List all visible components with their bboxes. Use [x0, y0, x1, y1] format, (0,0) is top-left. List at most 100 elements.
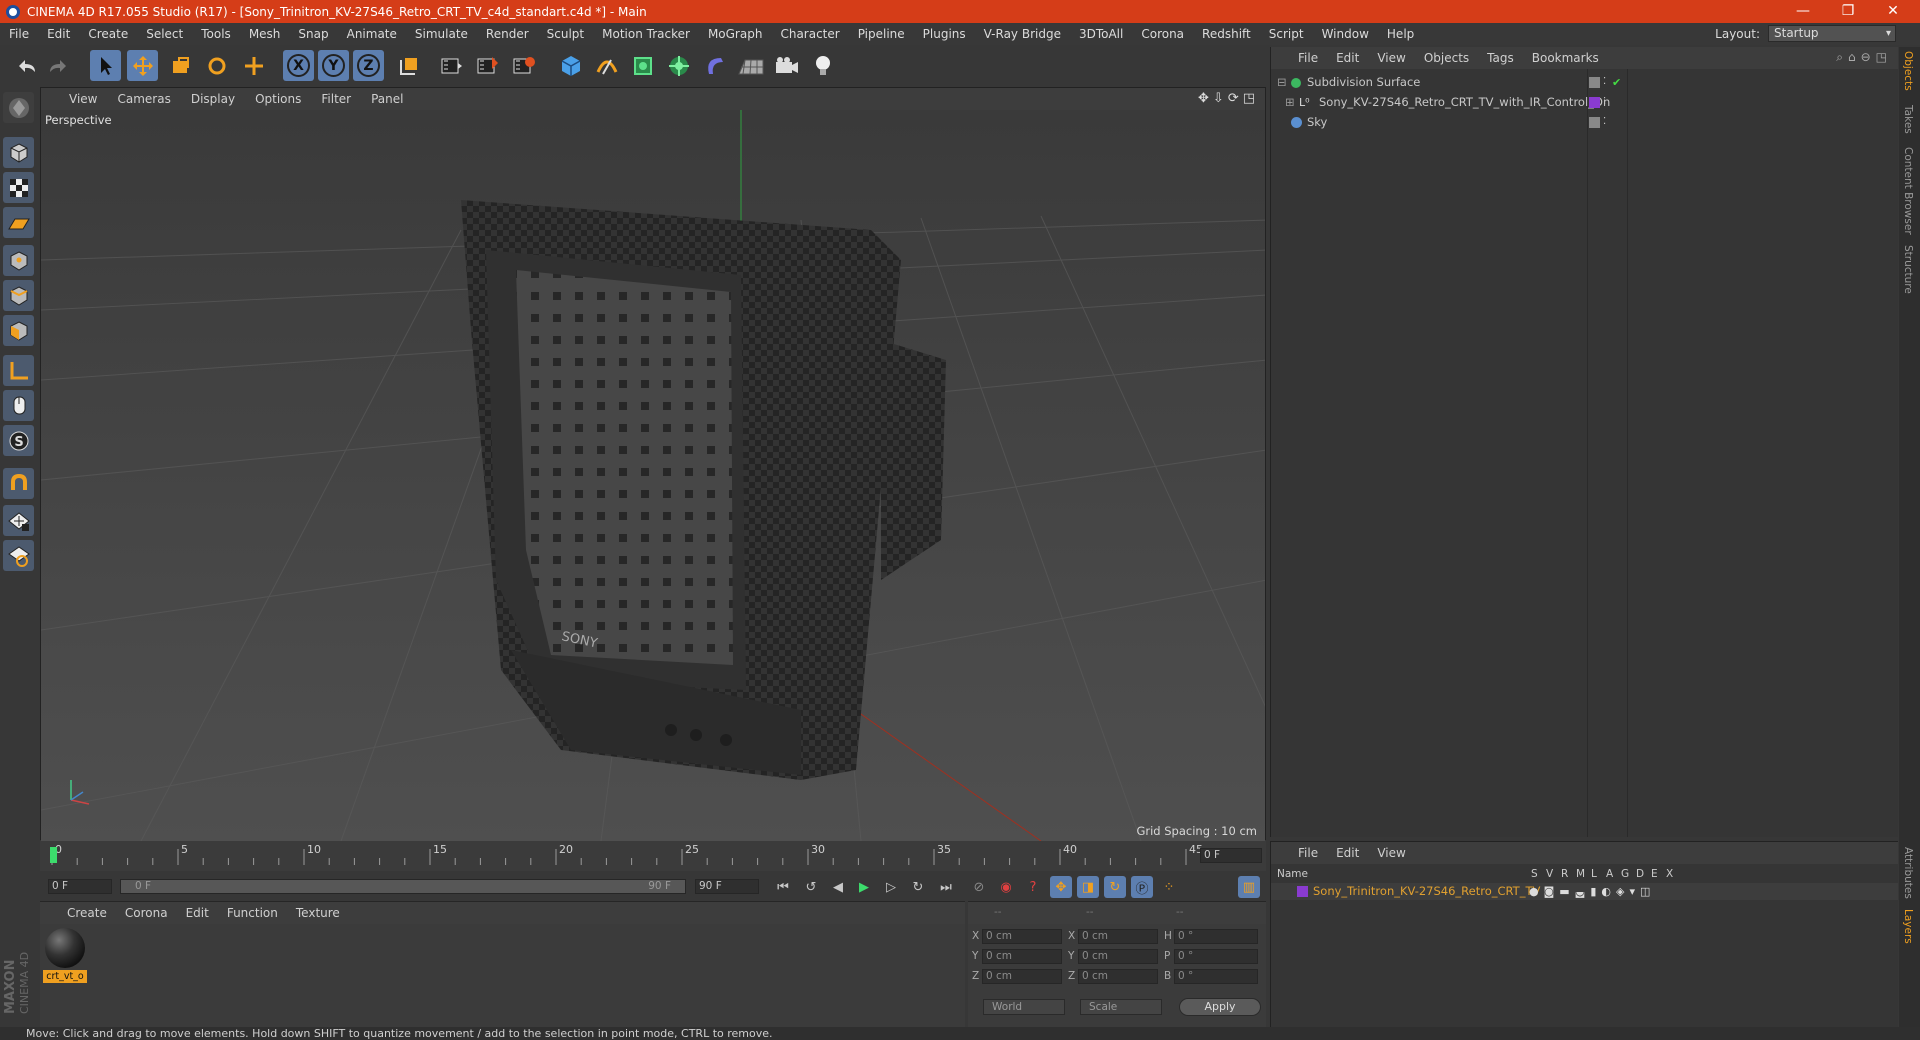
- enabled-check-icon[interactable]: ✔: [1612, 74, 1621, 91]
- key-position-icon[interactable]: ✥: [1050, 876, 1072, 898]
- enable-axis-icon[interactable]: [3, 355, 34, 386]
- z-axis-lock-button[interactable]: Z: [353, 50, 384, 81]
- tab-structure[interactable]: Structure: [1902, 245, 1914, 294]
- planar-workplane-icon[interactable]: [3, 540, 34, 571]
- tab-objects[interactable]: Objects: [1902, 51, 1914, 91]
- make-editable-icon[interactable]: [3, 92, 34, 123]
- layer-menu-view[interactable]: View: [1368, 846, 1414, 860]
- size-x-field[interactable]: 0 cm: [1078, 929, 1158, 944]
- cloner-icon[interactable]: [663, 50, 694, 81]
- object-menu-bookmarks[interactable]: Bookmarks: [1523, 51, 1608, 65]
- viewport-menu-cameras[interactable]: Cameras: [107, 92, 180, 106]
- coordinate-system-icon[interactable]: [393, 50, 424, 81]
- material-menu-function[interactable]: Function: [218, 906, 287, 920]
- menu-plugins[interactable]: Plugins: [914, 27, 975, 41]
- points-mode-icon[interactable]: [3, 245, 34, 276]
- menu-vray-bridge[interactable]: V-Ray Bridge: [975, 27, 1070, 41]
- timeline-window-icon[interactable]: ▥: [1238, 876, 1260, 898]
- object-manager-tool-icons[interactable]: ⌕⌂⊖◳: [1836, 50, 1892, 65]
- viewport-menu-panel[interactable]: Panel: [361, 92, 413, 106]
- transform-tool-icon[interactable]: [238, 50, 269, 81]
- menu-mograph[interactable]: MoGraph: [699, 27, 772, 41]
- object-menu-view[interactable]: View: [1368, 51, 1414, 65]
- menu-window[interactable]: Window: [1313, 27, 1378, 41]
- size-y-field[interactable]: 0 cm: [1078, 949, 1158, 964]
- object-row-sky[interactable]: Sky ⁚: [1271, 114, 1898, 131]
- layer-row[interactable]: Sony_Trinitron_KV-27S46_Retro_CRT_TV ●◙▬…: [1271, 883, 1898, 900]
- model-mode-icon[interactable]: [3, 137, 34, 168]
- visibility-dots-icon[interactable]: ⁚: [1603, 113, 1606, 130]
- tab-layers[interactable]: Layers: [1902, 909, 1914, 944]
- viewport-menu-options[interactable]: Options: [245, 92, 311, 106]
- rotation-h-field[interactable]: 0 °: [1174, 929, 1258, 944]
- previous-key-icon[interactable]: ↺: [800, 876, 822, 898]
- position-x-field[interactable]: 0 cm: [982, 929, 1062, 944]
- menu-corona[interactable]: Corona: [1132, 27, 1193, 41]
- layer-menu-edit[interactable]: Edit: [1327, 846, 1368, 860]
- rotation-p-field[interactable]: 0 °: [1174, 949, 1258, 964]
- material-menu-edit[interactable]: Edit: [177, 906, 218, 920]
- next-frame-icon[interactable]: ▷: [880, 876, 902, 898]
- viewport-menu-display[interactable]: Display: [181, 92, 245, 106]
- tweak-mode-icon[interactable]: [3, 390, 34, 421]
- menu-sculpt[interactable]: Sculpt: [538, 27, 593, 41]
- edges-mode-icon[interactable]: [3, 280, 34, 311]
- viewport-menu-view[interactable]: View: [59, 92, 107, 106]
- goto-start-icon[interactable]: ⏮: [772, 876, 794, 898]
- move-tool-icon[interactable]: [127, 50, 158, 81]
- collapse-icon[interactable]: ⊟: [1277, 74, 1287, 91]
- tab-content-browser[interactable]: Content Browser: [1902, 147, 1914, 235]
- workplane-mode-icon[interactable]: [3, 207, 34, 238]
- menu-file[interactable]: File: [0, 27, 38, 41]
- magnet-icon[interactable]: [3, 468, 34, 499]
- start-frame-field[interactable]: 0 F: [48, 879, 112, 894]
- texture-mode-icon[interactable]: [3, 172, 34, 203]
- menu-help[interactable]: Help: [1378, 27, 1423, 41]
- tab-attributes[interactable]: Attributes: [1902, 847, 1914, 899]
- scale-tool-icon[interactable]: [164, 50, 195, 81]
- position-z-field[interactable]: 0 cm: [982, 969, 1062, 984]
- layer-menu-file[interactable]: File: [1289, 846, 1327, 860]
- menu-tools[interactable]: Tools: [192, 27, 240, 41]
- object-row-tv-model[interactable]: ⊞ L⁰ Sony_KV-27S46_Retro_CRT_TV_with_IR_…: [1271, 94, 1898, 111]
- subdivision-surface-icon[interactable]: [627, 50, 658, 81]
- frame-range-slider[interactable]: 0 F 90 F: [120, 879, 686, 894]
- expand-icon[interactable]: ⊞: [1285, 94, 1295, 111]
- minimize-button[interactable]: —: [1781, 0, 1825, 23]
- menu-script[interactable]: Script: [1260, 27, 1313, 41]
- position-y-field[interactable]: 0 cm: [982, 949, 1062, 964]
- end-frame-field[interactable]: 90 F: [695, 879, 759, 894]
- close-button[interactable]: ✕: [1871, 0, 1915, 23]
- menu-animate[interactable]: Animate: [338, 27, 406, 41]
- rotate-tool-icon[interactable]: [201, 50, 232, 81]
- size-z-field[interactable]: 0 cm: [1078, 969, 1158, 984]
- viewport-menu-filter[interactable]: Filter: [311, 92, 361, 106]
- tab-takes[interactable]: Takes: [1902, 105, 1914, 134]
- timeline-playhead[interactable]: [50, 847, 57, 863]
- x-axis-lock-button[interactable]: X: [283, 50, 314, 81]
- goto-end-icon[interactable]: ⏭: [935, 876, 957, 898]
- material-menu-create[interactable]: Create: [58, 906, 116, 920]
- floor-icon[interactable]: [735, 50, 766, 81]
- material-menu-corona[interactable]: Corona: [116, 906, 177, 920]
- object-row-subdivision[interactable]: ⊟ Subdivision Surface ⁚ ✔: [1271, 74, 1898, 91]
- y-axis-lock-button[interactable]: Y: [318, 50, 349, 81]
- record-keys-icon[interactable]: ⊘: [968, 876, 990, 898]
- visibility-dots-icon[interactable]: ⁚: [1603, 73, 1606, 90]
- material-menu-texture[interactable]: Texture: [287, 906, 349, 920]
- menu-simulate[interactable]: Simulate: [406, 27, 477, 41]
- render-settings-icon[interactable]: [508, 50, 539, 81]
- redo-icon[interactable]: [43, 50, 74, 81]
- visibility-dots-icon[interactable]: ⁚: [1603, 93, 1606, 110]
- menu-edit[interactable]: Edit: [38, 27, 79, 41]
- lock-workplane-icon[interactable]: [3, 505, 34, 536]
- material-swatch[interactable]: crt_vt_o: [43, 928, 87, 986]
- menu-motion-tracker[interactable]: Motion Tracker: [593, 27, 699, 41]
- object-menu-tags[interactable]: Tags: [1478, 51, 1523, 65]
- restore-button[interactable]: ❐: [1826, 0, 1870, 23]
- light-icon[interactable]: [807, 50, 838, 81]
- rotation-b-field[interactable]: 0 °: [1174, 969, 1258, 984]
- current-frame-field[interactable]: 0 F: [1200, 848, 1262, 863]
- next-key-icon[interactable]: ↻: [907, 876, 929, 898]
- snap-icon[interactable]: S: [3, 425, 34, 456]
